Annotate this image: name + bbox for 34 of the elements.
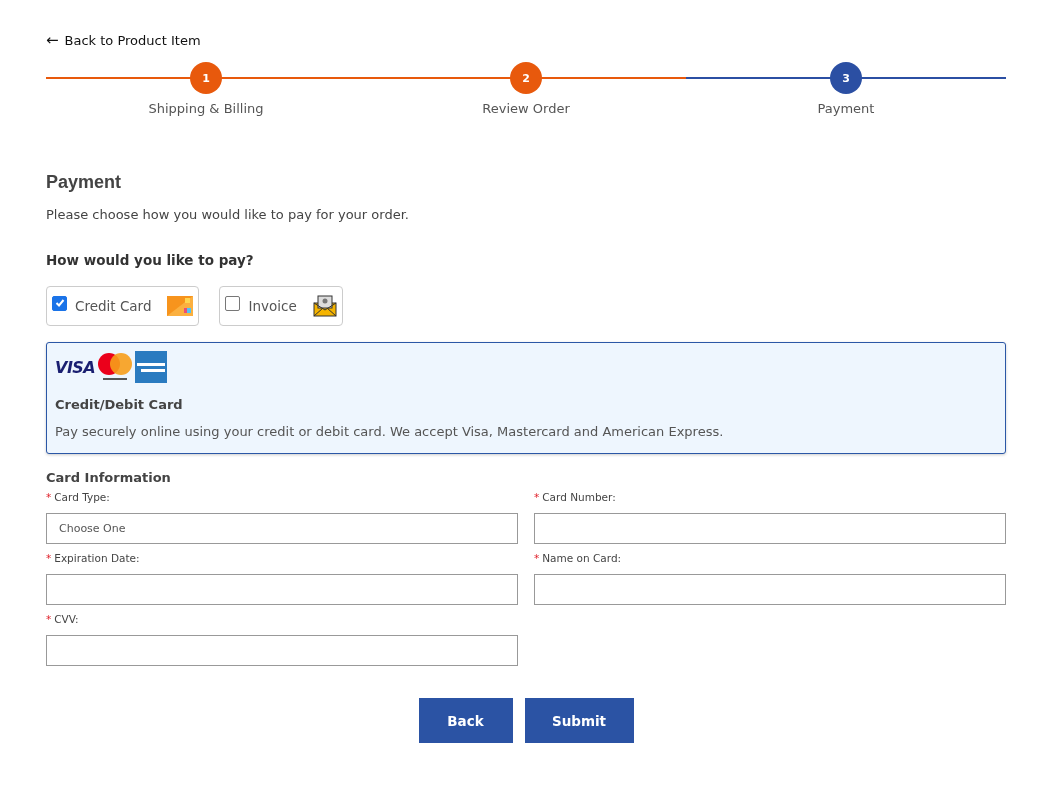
field-label: * Card Number:	[534, 491, 617, 505]
input-field[interactable]	[46, 574, 518, 605]
form-button[interactable]: Back	[418, 698, 513, 743]
step-number: 1	[190, 62, 222, 94]
back-link[interactable]: ← Back to Product Item	[46, 30, 201, 50]
amex-logo	[135, 351, 168, 383]
panel-title: Credit/Debit Card	[55, 397, 184, 412]
panel-text: Pay securely online using your credit or debit card. We accept Visa, Mastercard and American Express.	[55, 424, 725, 439]
field-label: * CVV:	[46, 613, 80, 627]
mastercard-logo	[97, 352, 134, 382]
step-label: Shipping & Billing	[148, 101, 264, 116]
payment-option[interactable]: Invoice	[219, 286, 343, 326]
card-icon	[167, 296, 194, 316]
payment-question: How would you like to pay?	[46, 252, 255, 268]
input-field[interactable]	[534, 574, 1006, 605]
checkbox[interactable]	[225, 295, 241, 311]
input-field[interactable]	[46, 635, 518, 666]
step-number: 3	[830, 62, 862, 94]
section-title: Card Information	[46, 470, 172, 485]
visa-logo: VISA	[55, 357, 96, 377]
page-heading: Payment	[46, 172, 123, 193]
checkbox[interactable]	[52, 295, 67, 311]
select-field[interactable]: Choose One	[46, 513, 518, 544]
envelope-icon	[312, 295, 337, 317]
field-label: * Expiration Date:	[46, 552, 141, 566]
payment-option[interactable]: Credit Card	[46, 286, 200, 326]
step-number: 2	[510, 62, 542, 94]
step-label: Payment	[817, 101, 875, 116]
input-field[interactable]	[534, 513, 1006, 544]
form-button[interactable]: Submit	[524, 698, 634, 743]
intro-text: Please choose how you would like to pay for your order.	[46, 207, 410, 222]
field-label: * Name on Card:	[534, 552, 623, 566]
field-label: * Card Type:	[46, 491, 111, 505]
step-label: Review Order	[482, 101, 570, 116]
